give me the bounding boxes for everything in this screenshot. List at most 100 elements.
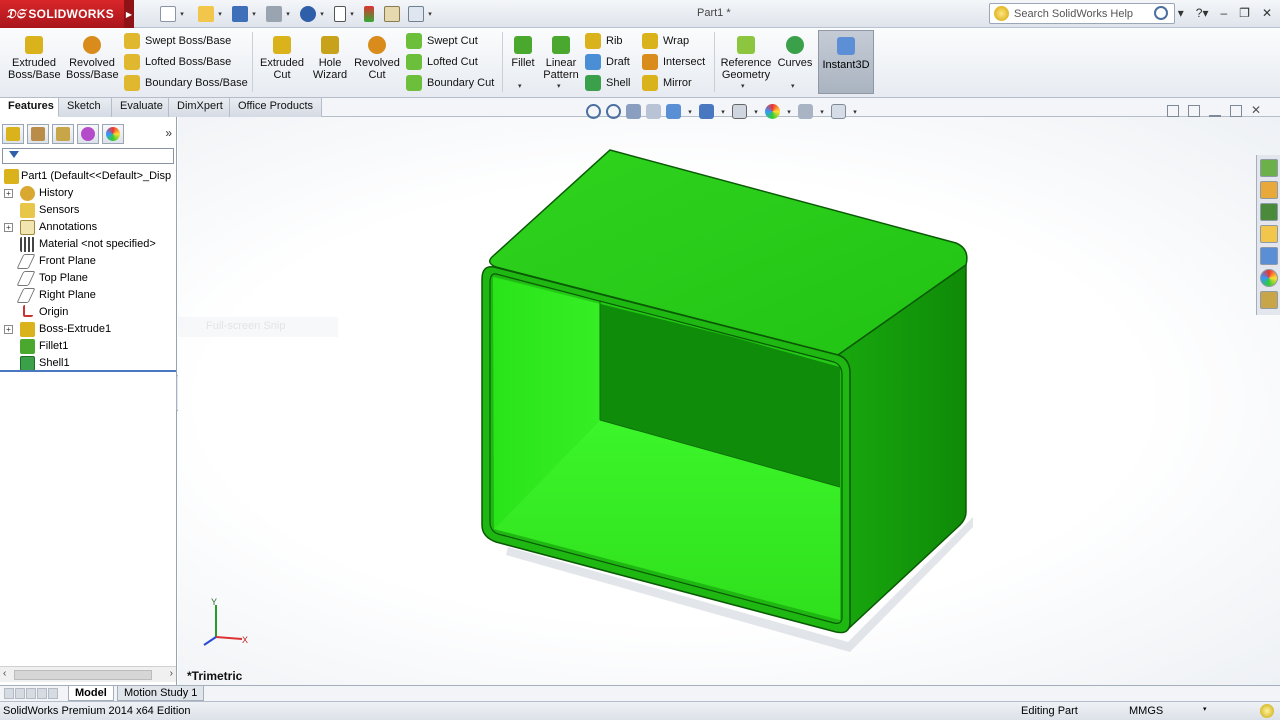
hide-show-dropdown-icon[interactable]: ▾ bbox=[752, 108, 760, 116]
tree-item-right-plane[interactable]: Right Plane bbox=[0, 287, 176, 304]
tab-features[interactable]: Features bbox=[0, 98, 59, 117]
tab-sketch[interactable]: Sketch bbox=[59, 98, 112, 117]
rib-button[interactable]: Rib bbox=[585, 32, 623, 50]
edit-appearance-icon[interactable] bbox=[765, 104, 780, 119]
print-dropdown-icon[interactable]: ▾ bbox=[284, 10, 292, 18]
tab-evaluate[interactable]: Evaluate bbox=[112, 98, 169, 117]
boundary-boss-button[interactable]: Boundary Boss/Base bbox=[124, 74, 248, 92]
options-dropdown-icon[interactable]: ▾ bbox=[426, 10, 434, 18]
search-dropdown-icon[interactable]: ▾ bbox=[1178, 6, 1184, 20]
zoom-to-area-icon[interactable] bbox=[606, 104, 621, 119]
tree-item-boss-extrude1[interactable]: + Boss-Extrude1 bbox=[0, 321, 176, 338]
lofted-boss-button[interactable]: Lofted Boss/Base bbox=[124, 53, 231, 71]
undo-icon[interactable] bbox=[300, 6, 316, 22]
extruded-cut-button[interactable]: Extruded Cut bbox=[258, 36, 306, 81]
instant3d-button[interactable]: Instant3D bbox=[818, 30, 874, 94]
view-settings-icon[interactable] bbox=[831, 104, 846, 119]
expand-icon[interactable]: + bbox=[4, 223, 13, 232]
view-settings-dropdown-icon[interactable]: ▾ bbox=[851, 108, 859, 116]
tree-item-annotations[interactable]: + Annotations bbox=[0, 219, 176, 236]
swept-cut-button[interactable]: Swept Cut bbox=[406, 32, 478, 50]
help-icon[interactable]: ?▾ bbox=[1196, 6, 1209, 20]
reference-geometry-dropdown-icon[interactable]: ▾ bbox=[741, 82, 745, 90]
save-dropdown-icon[interactable]: ▾ bbox=[250, 10, 258, 18]
mirror-button[interactable]: Mirror bbox=[642, 74, 692, 92]
intersect-button[interactable]: Intersect bbox=[642, 53, 705, 71]
hole-wizard-button[interactable]: Hole Wizard bbox=[308, 36, 352, 81]
wrap-button[interactable]: Wrap bbox=[642, 32, 689, 50]
display-style-dropdown-icon[interactable]: ▾ bbox=[719, 108, 727, 116]
tab-motion-study-1[interactable]: Motion Study 1 bbox=[117, 686, 205, 701]
tab-dimxpert[interactable]: DimXpert bbox=[169, 98, 230, 117]
first-tab-icon[interactable] bbox=[4, 688, 14, 699]
close-icon[interactable]: ✕ bbox=[1262, 6, 1272, 20]
expand-icon[interactable]: + bbox=[4, 325, 13, 334]
feature-filter-input[interactable] bbox=[2, 148, 174, 164]
scroll-left-icon[interactable]: ‹ bbox=[3, 668, 6, 679]
linear-pattern-button[interactable]: Linear Pattern bbox=[540, 36, 582, 81]
tab-model[interactable]: Model bbox=[68, 686, 114, 701]
view-orientation-dropdown-icon[interactable]: ▾ bbox=[686, 108, 694, 116]
tab-propertymanager[interactable] bbox=[27, 124, 49, 144]
tree-item-top-plane[interactable]: Top Plane bbox=[0, 270, 176, 287]
tab-list-icon[interactable] bbox=[48, 688, 58, 699]
hide-show-items-icon[interactable] bbox=[732, 104, 747, 119]
scene-dropdown-icon[interactable]: ▾ bbox=[818, 108, 826, 116]
graphics-area[interactable]: Full-screen Snip Y X *Trimetric bbox=[178, 117, 1280, 685]
search-icon[interactable] bbox=[1154, 6, 1168, 20]
file-properties-icon[interactable] bbox=[384, 6, 400, 22]
revolved-cut-button[interactable]: Revolved Cut bbox=[354, 36, 400, 81]
revolved-boss-button[interactable]: Revolved Boss/Base bbox=[66, 36, 119, 81]
save-icon[interactable] bbox=[232, 6, 248, 22]
help-search-input[interactable]: Search SolidWorks Help bbox=[989, 3, 1175, 24]
tab-configurationmanager[interactable] bbox=[52, 124, 74, 144]
curves-button[interactable]: Curves bbox=[776, 36, 814, 69]
units-dropdown-icon[interactable]: ▾ bbox=[1203, 705, 1207, 713]
viewport-split-icon[interactable] bbox=[1188, 105, 1200, 117]
units-selector[interactable]: MMGS bbox=[1129, 705, 1163, 717]
options-icon[interactable] bbox=[408, 6, 424, 22]
solidworks-logo[interactable]: 𝔇𝔖 SOLIDWORKS bbox=[0, 0, 124, 28]
viewport-restore-icon[interactable] bbox=[1230, 105, 1242, 117]
apply-scene-icon[interactable] bbox=[798, 104, 813, 119]
rebuild-status-icon[interactable] bbox=[1260, 704, 1274, 718]
tree-item-origin[interactable]: Origin bbox=[0, 304, 176, 321]
draft-button[interactable]: Draft bbox=[585, 53, 630, 71]
select-dropdown-icon[interactable]: ▾ bbox=[348, 10, 356, 18]
previous-tab-icon[interactable] bbox=[15, 688, 25, 699]
reference-geometry-button[interactable]: Reference Geometry bbox=[718, 36, 774, 81]
appearance-dropdown-icon[interactable]: ▾ bbox=[785, 108, 793, 116]
boundary-cut-button[interactable]: Boundary Cut bbox=[406, 74, 494, 92]
scrollbar-thumb[interactable] bbox=[14, 670, 152, 680]
tree-item-material[interactable]: Material <not specified> bbox=[0, 236, 176, 253]
last-tab-icon[interactable] bbox=[37, 688, 47, 699]
tab-featuremanager[interactable] bbox=[2, 124, 24, 144]
rebuild-icon[interactable] bbox=[364, 6, 374, 22]
viewport-minimize-icon[interactable] bbox=[1209, 105, 1221, 117]
lofted-cut-button[interactable]: Lofted Cut bbox=[406, 53, 478, 71]
expand-icon[interactable]: + bbox=[4, 189, 13, 198]
tree-item-part1[interactable]: Part1 (Default<<Default>_Disp bbox=[0, 168, 176, 185]
tree-item-front-plane[interactable]: Front Plane bbox=[0, 253, 176, 270]
select-cursor-icon[interactable] bbox=[334, 6, 346, 22]
more-tabs-icon[interactable]: » bbox=[165, 126, 172, 140]
minimize-icon[interactable]: – bbox=[1220, 6, 1227, 20]
viewport-tile-icon[interactable] bbox=[1167, 105, 1179, 117]
fillet-button[interactable]: Fillet bbox=[508, 36, 538, 69]
view-orientation-icon[interactable] bbox=[699, 104, 714, 119]
tab-office-products[interactable]: Office Products bbox=[230, 98, 322, 117]
tab-displaymanager[interactable] bbox=[102, 124, 124, 144]
tree-item-fillet1[interactable]: Fillet1 bbox=[0, 338, 176, 355]
extruded-boss-button[interactable]: Extruded Boss/Base bbox=[8, 36, 61, 81]
swept-boss-button[interactable]: Swept Boss/Base bbox=[124, 32, 231, 50]
new-document-icon[interactable] bbox=[160, 6, 176, 22]
curves-dropdown-icon[interactable]: ▾ bbox=[791, 82, 795, 90]
undo-dropdown-icon[interactable]: ▾ bbox=[318, 10, 326, 18]
zoom-to-fit-icon[interactable] bbox=[586, 104, 601, 119]
model-view[interactable] bbox=[178, 117, 1280, 685]
tree-item-sensors[interactable]: Sensors bbox=[0, 202, 176, 219]
new-dropdown-icon[interactable]: ▾ bbox=[178, 10, 186, 18]
dynamic-annotation-icon[interactable] bbox=[666, 104, 681, 119]
fillet-dropdown-icon[interactable]: ▾ bbox=[518, 82, 522, 90]
open-dropdown-icon[interactable]: ▾ bbox=[216, 10, 224, 18]
